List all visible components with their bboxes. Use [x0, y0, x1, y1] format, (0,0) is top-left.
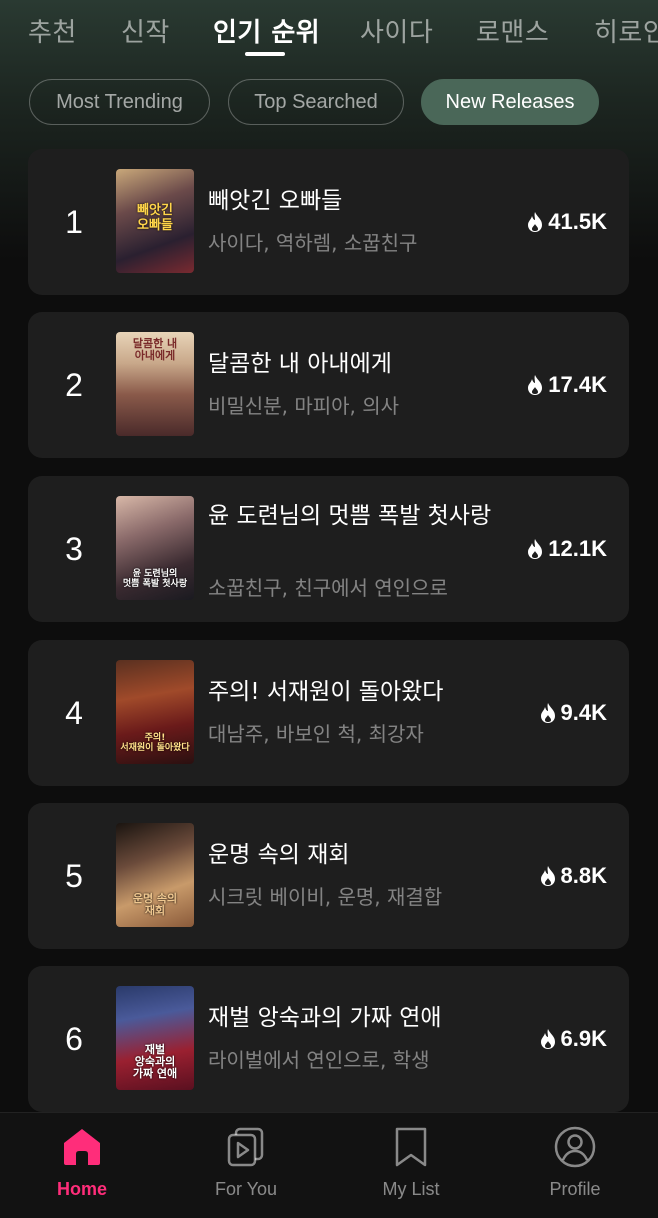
drama-tags: 라이벌에서 연인으로, 학생	[208, 1048, 430, 1072]
tab-popular-ranking[interactable]: 인기 순위	[213, 12, 320, 49]
drama-title: 달콤한 내 아내에게	[208, 351, 392, 377]
poster-image: 재벌 앙숙과의 가짜 연애	[116, 986, 194, 1090]
poster-title-art: 빼앗긴 오빠들	[137, 203, 173, 233]
flame-icon	[540, 866, 555, 886]
nav-home[interactable]: Home	[22, 1121, 142, 1211]
ranking-card[interactable]: 5 운명 속의 재회 운명 속의 재회 시크릿 베이비, 운명, 재결합 8.8…	[28, 803, 629, 949]
flame-icon	[528, 375, 543, 395]
nav-for-you-label: For You	[214, 1179, 278, 1199]
view-count: 41.5K	[526, 149, 607, 295]
view-count: 12.1K	[526, 476, 607, 622]
rank-number: 5	[65, 857, 83, 894]
ranking-card[interactable]: 6 재벌 앙숙과의 가짜 연애 재벌 앙숙과의 가짜 연애 라이벌에서 연인으로…	[28, 966, 629, 1112]
active-tab-indicator	[245, 52, 285, 56]
profile-icon	[554, 1126, 596, 1168]
tab-recommend[interactable]: 추천	[28, 12, 77, 49]
ranking-card[interactable]: 1 빼앗긴 오빠들 빼앗긴 오빠들 사이다, 역하렘, 소꿉친구 41.5K	[28, 149, 629, 295]
nav-profile[interactable]: Profile	[515, 1121, 635, 1211]
drama-tags: 비밀신분, 마피아, 의사	[208, 394, 400, 418]
category-tabs: 추천 신작 인기 순위 사이다 로맨스 히로인	[0, 0, 658, 64]
drama-tags: 소꿉친구, 친구에서 연인으로	[208, 576, 448, 600]
nav-profile-label: Profile	[549, 1179, 601, 1199]
nav-home-label: Home	[56, 1179, 107, 1199]
drama-title: 재벌 앙숙과의 가짜 연애	[208, 1005, 442, 1031]
tab-cider[interactable]: 사이다	[360, 12, 433, 49]
rank-number: 4	[65, 694, 83, 731]
chip-new-releases[interactable]: New Releases	[421, 79, 599, 125]
drama-tags: 시크릿 베이비, 운명, 재결합	[208, 885, 443, 909]
chip-most-trending[interactable]: Most Trending	[29, 79, 210, 125]
tab-romance[interactable]: 로맨스	[476, 12, 549, 49]
drama-title: 빼앗긴 오빠들	[208, 188, 343, 214]
drama-tags: 사이다, 역하렘, 소꿉친구	[208, 231, 418, 255]
ranking-card[interactable]: 3 윤 도련님의 멋쁨 폭발 첫사랑 윤 도련님의 멋쁨 폭발 첫사랑 소꿉친구…	[28, 476, 629, 622]
flame-icon	[528, 212, 543, 232]
poster-image: 윤 도련님의 멋쁨 폭발 첫사랑	[116, 496, 194, 600]
flame-icon	[528, 539, 543, 559]
view-count-value: 8.8K	[560, 863, 607, 888]
flame-icon	[540, 1029, 555, 1049]
view-count-value: 9.4K	[560, 700, 607, 725]
drama-title: 주의! 서재원이 돌아왔다	[208, 679, 444, 705]
view-count-value: 12.1K	[548, 536, 607, 561]
bookmark-icon	[395, 1127, 427, 1167]
poster-title-art: 윤 도련님의 멋쁨 폭발 첫사랑	[122, 569, 188, 590]
ranking-card[interactable]: 2 달콤한 내 아내에게 달콤한 내 아내에게 비밀신분, 마피아, 의사 17…	[28, 312, 629, 458]
poster-image: 빼앗긴 오빠들	[116, 169, 194, 273]
view-count-value: 17.4K	[548, 372, 607, 397]
app-root: 추천 신작 인기 순위 사이다 로맨스 히로인 Most Trending To…	[0, 0, 658, 1218]
poster-title-art: 달콤한 내 아내에게	[132, 337, 178, 363]
drama-title: 윤 도련님의 멋쁨 폭발 첫사랑	[208, 503, 492, 529]
rank-number: 3	[65, 530, 83, 567]
home-icon	[64, 1129, 100, 1165]
view-count: 6.9K	[539, 966, 607, 1112]
poster-title-art: 운명 속의 재회	[132, 891, 178, 917]
poster-title-art: 재벌 앙숙과의 가짜 연애	[132, 1042, 178, 1080]
view-count: 17.4K	[526, 312, 607, 458]
tab-new[interactable]: 신작	[121, 12, 170, 49]
view-count: 8.8K	[539, 803, 607, 949]
nav-my-list-label: My List	[382, 1179, 440, 1199]
rank-number: 2	[65, 366, 83, 403]
view-count: 9.4K	[539, 640, 607, 786]
rank-number: 1	[65, 203, 83, 240]
poster-image: 운명 속의 재회	[116, 823, 194, 927]
play-stack-icon	[227, 1127, 264, 1167]
chip-top-searched[interactable]: Top Searched	[228, 79, 404, 125]
flame-icon	[540, 703, 555, 723]
drama-title: 운명 속의 재회	[208, 842, 350, 868]
poster-image: 달콤한 내 아내에게	[116, 332, 194, 436]
ranking-card[interactable]: 4 주의! 서재원이 돌아왔다 주의! 서재원이 돌아왔다 대남주, 바보인 척…	[28, 640, 629, 786]
tab-heroine[interactable]: 히로인	[594, 12, 658, 49]
view-count-value: 6.9K	[560, 1026, 607, 1051]
view-count-value: 41.5K	[548, 209, 607, 234]
drama-tags: 대남주, 바보인 척, 최강자	[208, 722, 424, 746]
bottom-nav: Home For You My List Profile	[0, 1112, 658, 1218]
nav-for-you[interactable]: For You	[186, 1121, 306, 1211]
nav-my-list[interactable]: My List	[351, 1121, 471, 1211]
poster-title-art: 주의! 서재원이 돌아왔다	[120, 733, 190, 754]
poster-image: 주의! 서재원이 돌아왔다	[116, 660, 194, 764]
rank-number: 6	[65, 1020, 83, 1057]
